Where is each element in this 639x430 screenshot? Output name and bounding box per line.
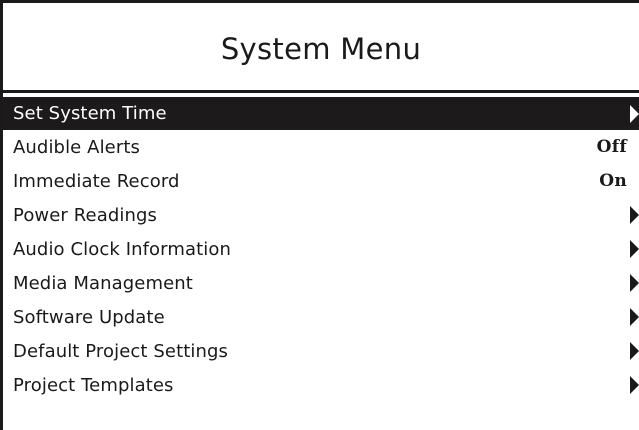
arrow-right-icon	[630, 308, 639, 326]
menu-item-label: Default Project Settings	[13, 340, 229, 362]
menu-item-immediate-record[interactable]: Immediate Record On	[3, 164, 639, 198]
menu-item-label: Set System Time	[13, 103, 167, 124]
arrow-right-icon	[630, 104, 639, 123]
menu-list: Set System Time Audible Alerts Off Immed…	[3, 97, 639, 402]
title-bar: System Menu	[3, 3, 639, 93]
system-menu-screen: System Menu Set System Time Audible Aler…	[0, 0, 639, 430]
menu-item-set-system-time[interactable]: Set System Time	[3, 97, 639, 130]
menu-item-label: Audio Clock Information	[13, 238, 232, 260]
menu-item-audible-alerts[interactable]: Audible Alerts Off	[3, 130, 639, 164]
menu-item-label: Project Templates	[13, 374, 174, 396]
menu-item-default-project-settings[interactable]: Default Project Settings	[3, 334, 639, 368]
menu-item-label: Software Update	[13, 306, 165, 328]
audible-alerts-value: Off	[596, 137, 627, 157]
menu-item-media-management[interactable]: Media Management	[3, 266, 639, 300]
immediate-record-value: On	[599, 171, 627, 191]
arrow-right-icon	[630, 342, 639, 360]
arrow-right-icon	[630, 240, 639, 258]
arrow-right-icon	[630, 206, 639, 224]
arrow-right-icon	[630, 274, 639, 292]
menu-item-project-templates[interactable]: Project Templates	[3, 368, 639, 402]
arrow-right-icon	[630, 376, 639, 394]
menu-item-software-update[interactable]: Software Update	[3, 300, 639, 334]
menu-item-label: Power Readings	[13, 204, 157, 226]
menu-item-label: Audible Alerts	[13, 136, 140, 158]
menu-item-label: Immediate Record	[13, 170, 180, 192]
menu-item-audio-clock-information[interactable]: Audio Clock Information	[3, 232, 639, 266]
page-title: System Menu	[220, 31, 422, 66]
menu-item-label: Media Management	[13, 272, 193, 294]
menu-item-power-readings[interactable]: Power Readings	[3, 198, 639, 232]
